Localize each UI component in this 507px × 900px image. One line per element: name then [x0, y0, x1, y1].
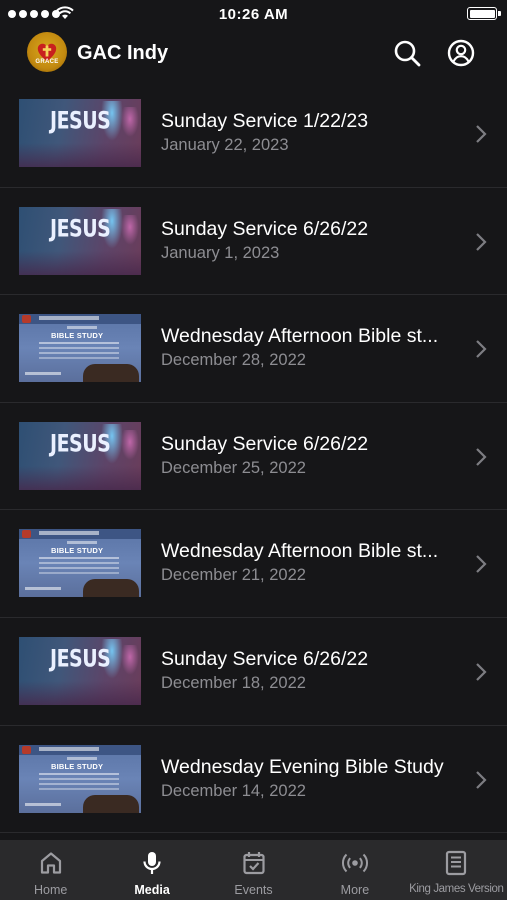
- media-title: Wednesday Afternoon Bible st...: [161, 540, 439, 563]
- tab-more[interactable]: More: [304, 840, 405, 900]
- chevron-right-icon: [476, 448, 487, 466]
- media-list-item[interactable]: BIBLE STUDY Wednesday Afternoon Bible st.…: [0, 510, 507, 618]
- thumbnail-text: BIBLE STUDY: [51, 331, 104, 341]
- media-thumbnail: JESUS: [19, 421, 141, 490]
- media-title: Sunday Service 1/22/23: [161, 110, 369, 132]
- thumbnail-text: BIBLE STUDY: [51, 761, 104, 771]
- church-logo[interactable]: GRACE: [27, 32, 67, 72]
- logo-text: GRACE: [35, 59, 59, 65]
- chevron-right-icon: [476, 663, 487, 681]
- chevron-right-icon: [476, 555, 487, 574]
- tab-label: Home: [34, 883, 68, 897]
- media-title: Sunday Service 6/26/22: [161, 217, 369, 240]
- chevron-right-icon: [476, 340, 487, 358]
- thumbnail-text: JESUS: [50, 644, 111, 673]
- media-title: Wednesday Afternoon Bible st...: [161, 325, 439, 348]
- status-bar: 10:26 AM: [0, 0, 507, 28]
- chevron-right-icon: [476, 770, 487, 789]
- media-thumbnail: JESUS: [19, 636, 141, 705]
- media-list-item[interactable]: BIBLE STUDY Wednesday Afternoon Bible st.…: [0, 295, 507, 403]
- media-list-item[interactable]: JESUS Sunday Service 1/22/23 January 22, 2…: [0, 80, 507, 188]
- media-thumbnail: JESUS: [19, 99, 141, 167]
- home-icon: [40, 852, 61, 874]
- media-date: December 25, 2022: [161, 458, 306, 477]
- calendar-icon: [242, 852, 265, 875]
- media-date: January 1, 2023: [161, 243, 280, 262]
- tab-home[interactable]: Home: [0, 840, 101, 900]
- media-thumbnail: BIBLE STUDY: [19, 314, 141, 383]
- media-title: Wednesday Evening Bible Study: [161, 755, 444, 778]
- thumbnail-text: JESUS: [50, 429, 111, 458]
- media-title: Sunday Service 6/26/22: [161, 432, 369, 455]
- media-list: JESUS Sunday Service 1/22/23 January 22, 2…: [0, 80, 507, 834]
- tab-label: King James Version: [409, 883, 504, 895]
- media-thumbnail: BIBLE STUDY: [19, 744, 141, 813]
- media-date: December 14, 2022: [161, 781, 306, 800]
- battery-icon: [467, 7, 501, 20]
- thumbnail-text: JESUS: [50, 214, 111, 243]
- media-list-item[interactable]: JESUS Sunday Service 6/26/22 December 25, …: [0, 403, 507, 511]
- status-time: 10:26 AM: [218, 6, 289, 23]
- microphone-icon: [143, 852, 161, 874]
- app-header: GRACE GAC Indy: [0, 28, 507, 80]
- tab-events[interactable]: Events: [203, 840, 304, 900]
- chevron-right-icon: [476, 125, 487, 143]
- media-thumbnail: JESUS: [19, 206, 141, 275]
- media-date: December 21, 2022: [161, 566, 306, 585]
- media-list-item[interactable]: JESUS Sunday Service 6/26/22 December 18, …: [0, 618, 507, 726]
- media-date: December 28, 2022: [161, 351, 306, 370]
- media-date: December 18, 2022: [161, 673, 306, 692]
- account-icon[interactable]: [446, 38, 476, 68]
- heart-cross-icon: [37, 43, 57, 61]
- chevron-right-icon: [476, 232, 487, 251]
- media-list-item[interactable]: BIBLE STUDY Wednesday Evening Bible Study…: [0, 726, 507, 834]
- tab-label: More: [340, 883, 370, 897]
- thumbnail-text: BIBLE STUDY: [51, 546, 104, 556]
- app-title: GAC Indy: [77, 42, 169, 64]
- broadcast-icon: [341, 853, 368, 873]
- tab-king-james-version[interactable]: King James Version: [406, 840, 507, 900]
- tab-label: Events: [234, 883, 273, 897]
- media-date: January 22, 2023: [161, 136, 289, 154]
- tab-media[interactable]: Media: [101, 840, 202, 900]
- search-icon[interactable]: [392, 38, 422, 68]
- media-thumbnail: BIBLE STUDY: [19, 529, 141, 598]
- media-list-item[interactable]: JESUS Sunday Service 6/26/22 January 1, 20…: [0, 188, 507, 296]
- book-icon: [446, 850, 467, 876]
- tab-label: Media: [134, 883, 170, 897]
- thumbnail-text: JESUS: [50, 107, 111, 135]
- media-title: Sunday Service 6/26/22: [161, 647, 369, 670]
- bottom-tab-bar: Home Media Events More King James Versio…: [0, 840, 507, 900]
